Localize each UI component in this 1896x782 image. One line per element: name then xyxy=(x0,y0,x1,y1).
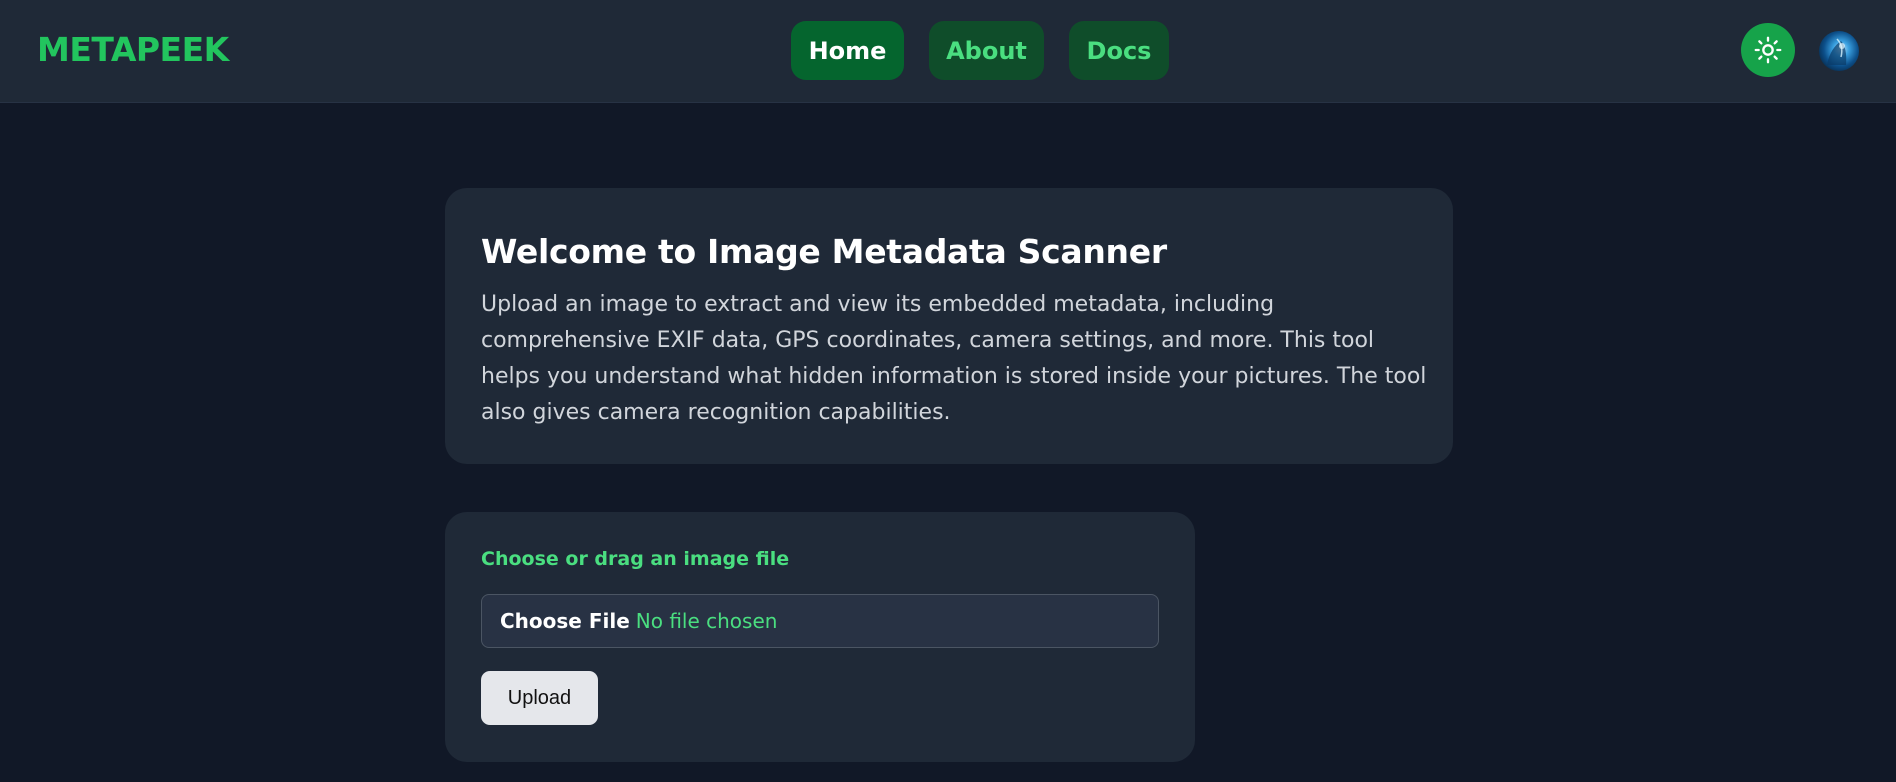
file-status-text: No file chosen xyxy=(635,609,778,633)
avatar-image xyxy=(1827,38,1847,65)
theme-toggle-button[interactable] xyxy=(1741,23,1795,77)
welcome-description: Upload an image to extract and view its … xyxy=(481,292,1427,425)
welcome-card: Welcome to Image Metadata Scanner Upload… xyxy=(445,188,1453,464)
upload-button[interactable]: Upload xyxy=(481,671,598,725)
welcome-title: Welcome to Image Metadata Scanner xyxy=(481,232,1167,271)
user-avatar[interactable] xyxy=(1819,31,1859,71)
upload-label: Choose or drag an image file xyxy=(481,548,790,570)
brand-logo[interactable]: METAPEEK xyxy=(37,30,229,69)
top-navbar: METAPEEK Home About Docs xyxy=(0,0,1896,103)
nav-home-button[interactable]: Home xyxy=(791,21,904,80)
sun-icon xyxy=(1754,36,1782,64)
nav-about-button[interactable]: About xyxy=(929,21,1044,80)
choose-file-button[interactable]: Choose File xyxy=(500,609,630,633)
upload-card: Choose or drag an image file Choose File… xyxy=(445,512,1195,762)
file-input[interactable]: Choose File No file chosen xyxy=(481,594,1159,648)
nav-docs-button[interactable]: Docs xyxy=(1069,21,1169,80)
